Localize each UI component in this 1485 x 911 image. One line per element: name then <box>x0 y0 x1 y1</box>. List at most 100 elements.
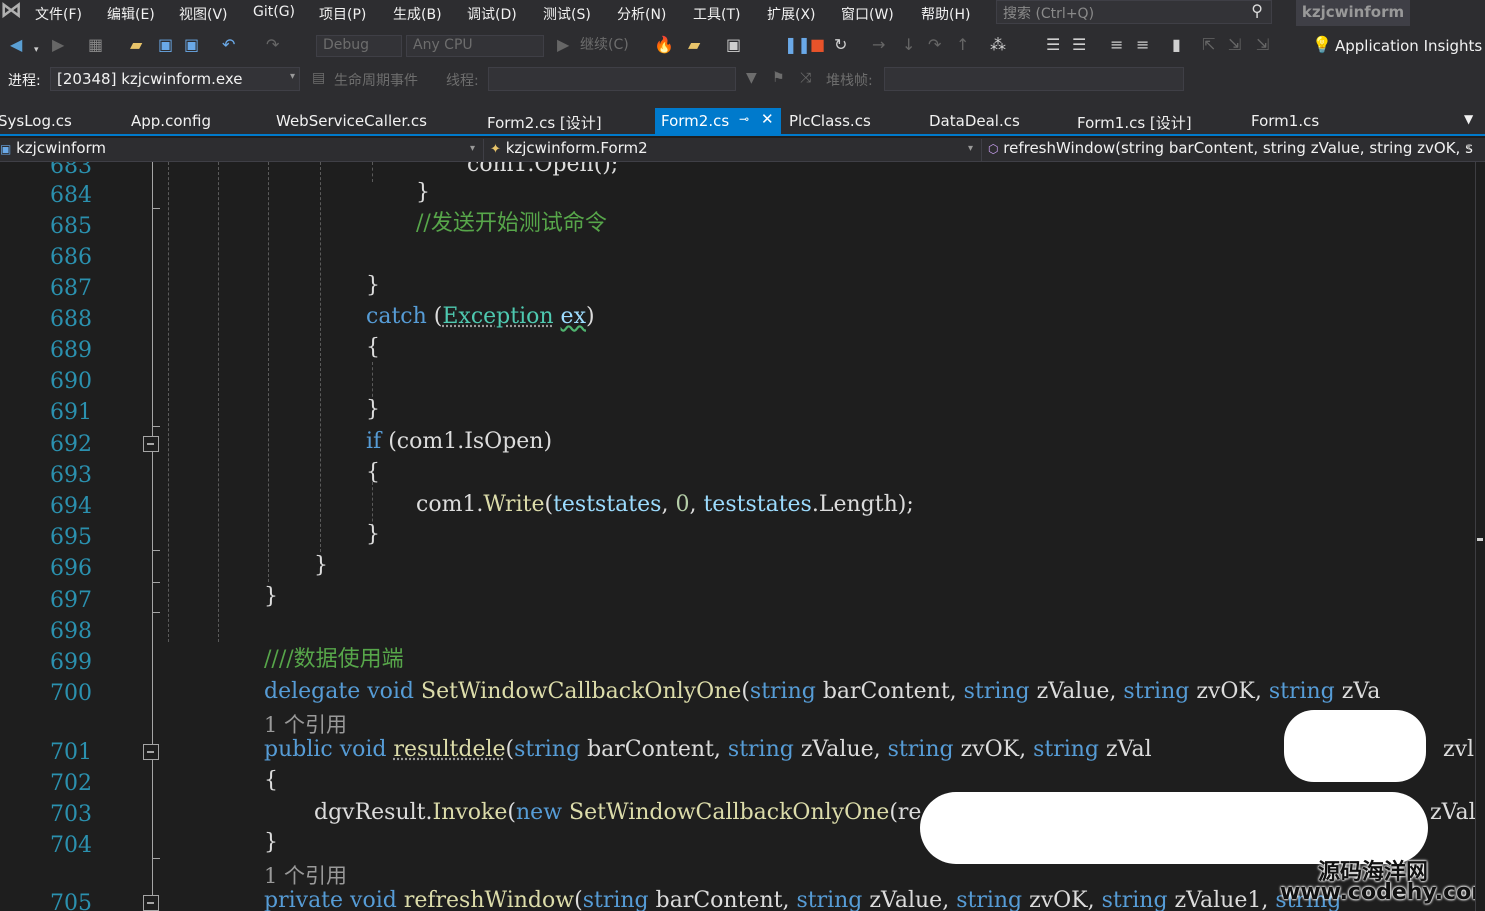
standard-toolbar: ◀ ▾ ▶ ▦ ▰ ▣ ▣ ↶ ↷ Debug Any CPU ▶ 继续(C) … <box>0 26 1485 64</box>
browse-folder-icon[interactable]: ▰ <box>688 35 700 55</box>
tab-app-config[interactable]: App.config <box>131 112 211 130</box>
outdent-icon[interactable]: ☰ <box>1072 35 1086 55</box>
tab-form1[interactable]: Form1.cs <box>1251 112 1319 130</box>
outline-margin <box>152 162 153 911</box>
continue-button[interactable]: 继续(C) <box>580 35 629 55</box>
bookmark-icon[interactable]: ▮ <box>1172 35 1181 55</box>
step-into-icon[interactable]: ↓ <box>902 35 915 55</box>
navigate-back-icon[interactable]: ◀ <box>10 35 22 55</box>
visual-studio-logo-icon: ⋈ <box>0 0 22 23</box>
menu-window[interactable]: 窗口(W) <box>841 4 894 24</box>
menu-analyze[interactable]: 分析(N) <box>617 4 666 24</box>
keyword: string <box>514 737 581 762</box>
keyword: string <box>1033 737 1099 762</box>
lifecycle-events-button[interactable]: 生命周期事件 <box>334 70 418 90</box>
hot-reload-icon[interactable]: 🔥 <box>654 35 674 55</box>
screenshot-icon[interactable]: ▣ <box>726 35 741 55</box>
prev-bookmark-icon[interactable]: ⇱ <box>1202 35 1215 55</box>
tab-datadeal[interactable]: DataDeal.cs <box>929 112 1020 130</box>
tab-form2-active[interactable]: Form2.cs ⊸ ✕ <box>655 108 781 134</box>
argument: teststates <box>553 492 662 517</box>
uncomment-icon[interactable]: ≡ <box>1136 35 1149 55</box>
collapse-toggle-icon[interactable] <box>143 744 159 760</box>
restart-icon[interactable]: ↻ <box>834 35 847 55</box>
menu-help[interactable]: 帮助(H) <box>921 4 970 24</box>
scrollbar-caret-marker <box>1477 538 1483 541</box>
application-insights-button[interactable]: Application Insights <box>1335 37 1482 55</box>
collapse-toggle-icon[interactable] <box>143 436 159 452</box>
close-icon[interactable]: ✕ <box>761 110 774 128</box>
menu-edit[interactable]: 编辑(E) <box>107 4 155 24</box>
menu-tools[interactable]: 工具(T) <box>693 4 740 24</box>
menu-test[interactable]: 测试(S) <box>543 4 591 24</box>
save-all-icon[interactable]: ▣ <box>184 35 199 55</box>
next-bookmark-icon[interactable]: ⇲ <box>1228 35 1241 55</box>
filter-icon[interactable]: ▼ <box>746 70 757 86</box>
codelens-references[interactable]: 1 个引用 <box>264 709 347 739</box>
tab-form2-designer[interactable]: Form2.cs [设计] <box>487 112 602 133</box>
menu-extensions[interactable]: 扩展(X) <box>767 4 816 24</box>
pause-icon[interactable]: ❚❚ <box>784 35 811 55</box>
tab-label: Form2.cs <box>661 112 730 130</box>
breakpoints-icon[interactable]: ⁂ <box>990 35 1006 55</box>
parameter: zvOK, <box>960 737 1027 762</box>
thread-dropdown[interactable] <box>488 67 736 91</box>
line-number: 696 <box>50 556 92 581</box>
line-number: 691 <box>50 400 92 425</box>
step-out-icon[interactable]: ↑ <box>956 35 969 55</box>
tab-webservicecaller[interactable]: WebServiceCaller.cs <box>276 112 427 130</box>
parameter: zValue, <box>1036 679 1117 704</box>
outline-tick <box>152 858 160 859</box>
step-over-icon[interactable]: ↷ <box>928 35 941 55</box>
flag-icon[interactable]: ⚑ <box>772 70 785 86</box>
code-line-693: { <box>366 460 380 485</box>
chevron-down-icon[interactable]: ▾ <box>34 40 39 60</box>
stop-icon[interactable]: ■ <box>810 35 825 55</box>
continue-icon[interactable]: ▶ <box>557 35 569 55</box>
line-number: 687 <box>50 276 92 301</box>
menu-project[interactable]: 项目(P) <box>319 4 366 24</box>
show-next-statement-icon[interactable]: → <box>872 35 885 55</box>
menu-debug[interactable]: 调试(D) <box>467 4 517 24</box>
menu-git[interactable]: Git(G) <box>253 4 295 20</box>
open-folder-icon[interactable]: ▰ <box>130 35 142 55</box>
pin-icon[interactable]: ⊸ <box>739 112 749 126</box>
process-dropdown[interactable]: [20348] kzjcwinform.exe ▾ <box>50 67 300 91</box>
stack-frame-label: 堆栈帧: <box>826 73 873 89</box>
redo-icon[interactable]: ↷ <box>266 35 279 55</box>
solution-platform-dropdown[interactable]: Any CPU <box>406 35 544 57</box>
tab-overflow-chevron-icon[interactable]: ▼ <box>1464 112 1473 126</box>
tab-form1-designer[interactable]: Form1.cs [设计] <box>1077 112 1192 133</box>
tab-plcclass[interactable]: PlcClass.cs <box>789 112 871 130</box>
keyword: delegate void <box>264 679 415 704</box>
menu-file[interactable]: 文件(F) <box>35 4 82 24</box>
code-editor[interactable]: 683 684 685 686 687 688 689 690 691 692 … <box>0 162 1485 911</box>
menu-build[interactable]: 生成(B) <box>393 4 442 24</box>
tab-syslog[interactable]: SysLog.cs <box>0 112 72 130</box>
codelens-references[interactable]: 1 个引用 <box>264 860 347 890</box>
project-dropdown[interactable]: ▣ kzjcwinform ▾ <box>0 139 484 161</box>
line-number: 704 <box>50 833 92 858</box>
navigate-forward-icon[interactable]: ▶ <box>52 35 64 55</box>
indent-icon[interactable]: ☰ <box>1046 35 1060 55</box>
solution-configuration-dropdown[interactable]: Debug <box>316 35 402 57</box>
line-number: 689 <box>50 338 92 363</box>
chevron-down-icon[interactable]: ▾ <box>1466 142 1471 153</box>
member-name: refreshWindow(string barContent, string … <box>1003 139 1473 157</box>
member-dropdown[interactable]: ⬡ refreshWindow(string barContent, strin… <box>988 139 1474 161</box>
clear-bookmarks-icon[interactable]: ⇲ <box>1256 35 1269 55</box>
keyword: string <box>1101 888 1168 911</box>
new-project-icon[interactable]: ▦ <box>88 35 103 55</box>
menu-view[interactable]: 视图(V) <box>179 4 228 24</box>
undo-icon[interactable]: ↶ <box>222 35 235 55</box>
comment-icon[interactable]: ≡ <box>1110 35 1123 55</box>
class-dropdown[interactable]: ✦ kzjcwinform.Form2 ▾ <box>490 139 982 161</box>
parallel-icon[interactable]: ⤨ <box>800 70 811 86</box>
vertical-scrollbar[interactable] <box>1475 162 1485 911</box>
collapse-toggle-icon[interactable] <box>143 895 159 911</box>
save-icon[interactable]: ▣ <box>158 35 173 55</box>
stack-frame-dropdown[interactable] <box>884 67 1184 91</box>
search-input[interactable]: 搜索 (Ctrl+Q) ⚲ <box>996 0 1272 24</box>
app-title: kzjcwinform <box>1296 0 1410 26</box>
redaction-mark <box>1284 710 1426 782</box>
